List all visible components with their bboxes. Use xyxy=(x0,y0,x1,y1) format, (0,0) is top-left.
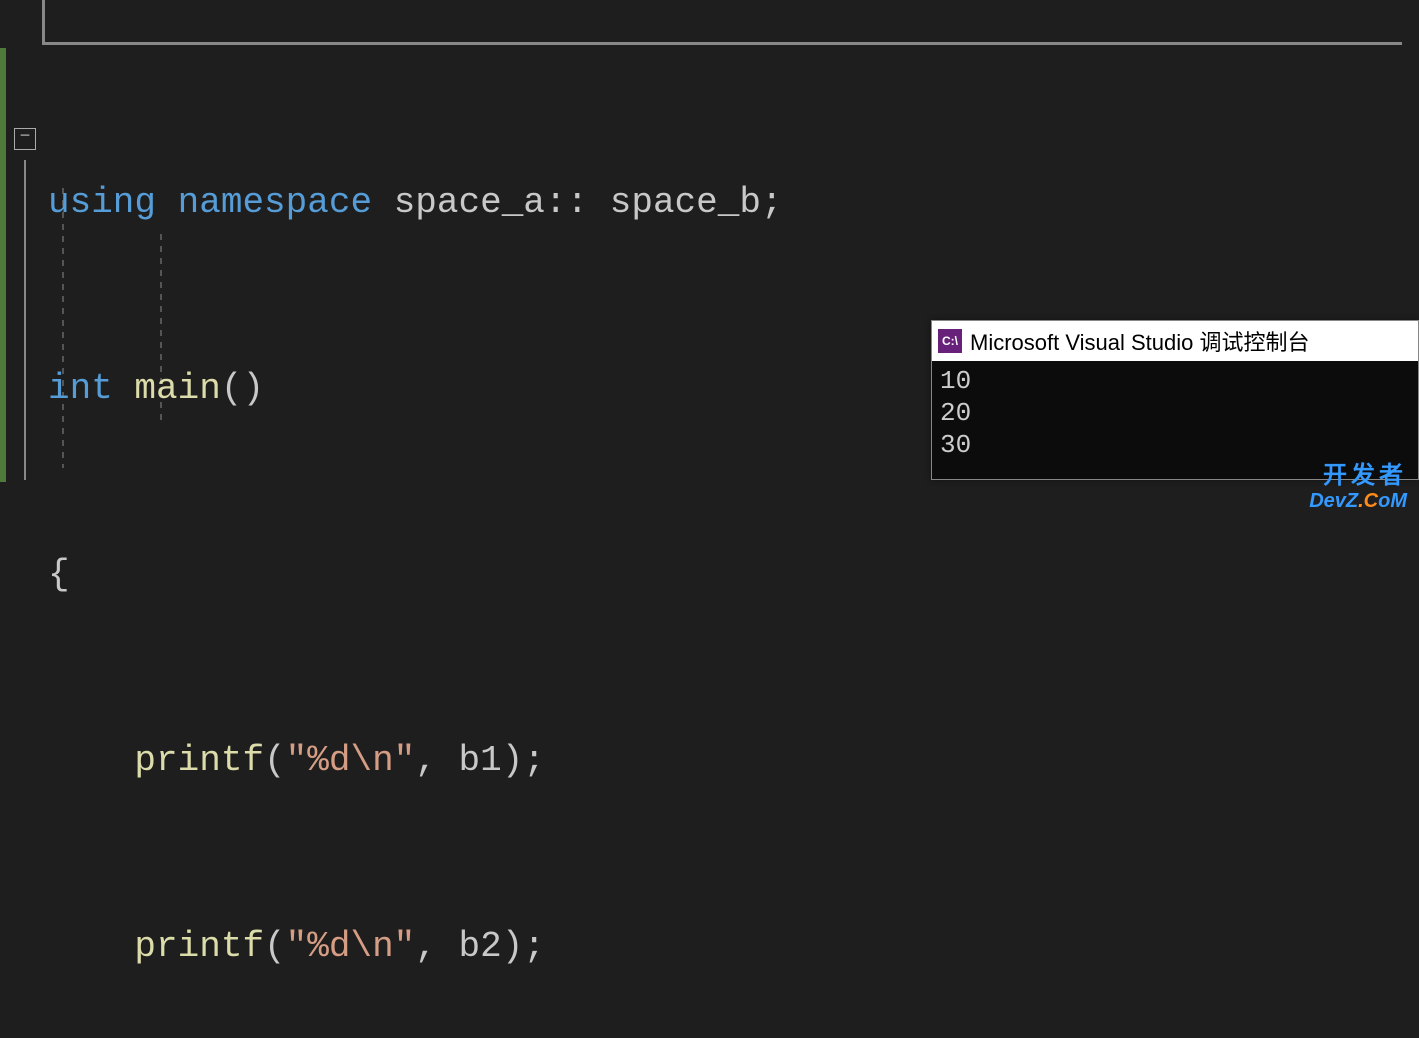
function-name: main xyxy=(134,368,220,409)
console-icon: C:\ xyxy=(938,329,962,353)
console-output-line: 20 xyxy=(940,397,1410,429)
identifier: b2 xyxy=(459,926,502,967)
open-paren: ( xyxy=(264,926,286,967)
code-editor: − using namespace space_a:: space_b; int… xyxy=(0,0,1419,519)
gutter: − xyxy=(0,0,42,519)
close-paren: ) xyxy=(502,740,524,781)
semicolon: ; xyxy=(523,740,545,781)
code-area[interactable]: using namespace space_a:: space_b; int m… xyxy=(48,48,783,1038)
string-literal: "%d\n" xyxy=(286,926,416,967)
code-line[interactable]: printf("%d\n", b1); xyxy=(48,730,783,792)
code-line[interactable]: using namespace space_a:: space_b; xyxy=(48,172,783,234)
scope-operator: :: xyxy=(545,182,588,223)
semicolon: ; xyxy=(761,182,783,223)
keyword-int: int xyxy=(48,368,113,409)
comma: , xyxy=(415,926,437,967)
keyword-using: using xyxy=(48,182,156,223)
watermark: 开发者 DevZ.CoM xyxy=(1309,455,1407,513)
open-brace: { xyxy=(48,554,70,595)
code-line[interactable]: { xyxy=(48,544,783,606)
watermark-english: DevZ.CoM xyxy=(1309,490,1407,513)
identifier: b1 xyxy=(459,740,502,781)
watermark-chinese: 开发者 xyxy=(1309,455,1407,490)
code-line[interactable]: int main() xyxy=(48,358,783,420)
identifier: space_a xyxy=(394,182,545,223)
open-paren: ( xyxy=(264,740,286,781)
console-title: Microsoft Visual Studio 调试控制台 xyxy=(970,325,1309,357)
keyword-namespace: namespace xyxy=(178,182,372,223)
code-line[interactable]: printf("%d\n", b2); xyxy=(48,916,783,978)
function-call: printf xyxy=(134,740,264,781)
previous-block-outline xyxy=(42,0,1402,45)
console-output-line: 10 xyxy=(940,365,1410,397)
semicolon: ; xyxy=(523,926,545,967)
fold-toggle-icon[interactable]: − xyxy=(14,128,36,150)
parentheses: () xyxy=(221,368,264,409)
console-title-bar[interactable]: C:\ Microsoft Visual Studio 调试控制台 xyxy=(932,321,1418,361)
identifier: space_b xyxy=(610,182,761,223)
fold-scope-line xyxy=(24,160,26,480)
comma: , xyxy=(415,740,437,781)
string-literal: "%d\n" xyxy=(286,740,416,781)
function-call: printf xyxy=(134,926,264,967)
close-paren: ) xyxy=(502,926,524,967)
